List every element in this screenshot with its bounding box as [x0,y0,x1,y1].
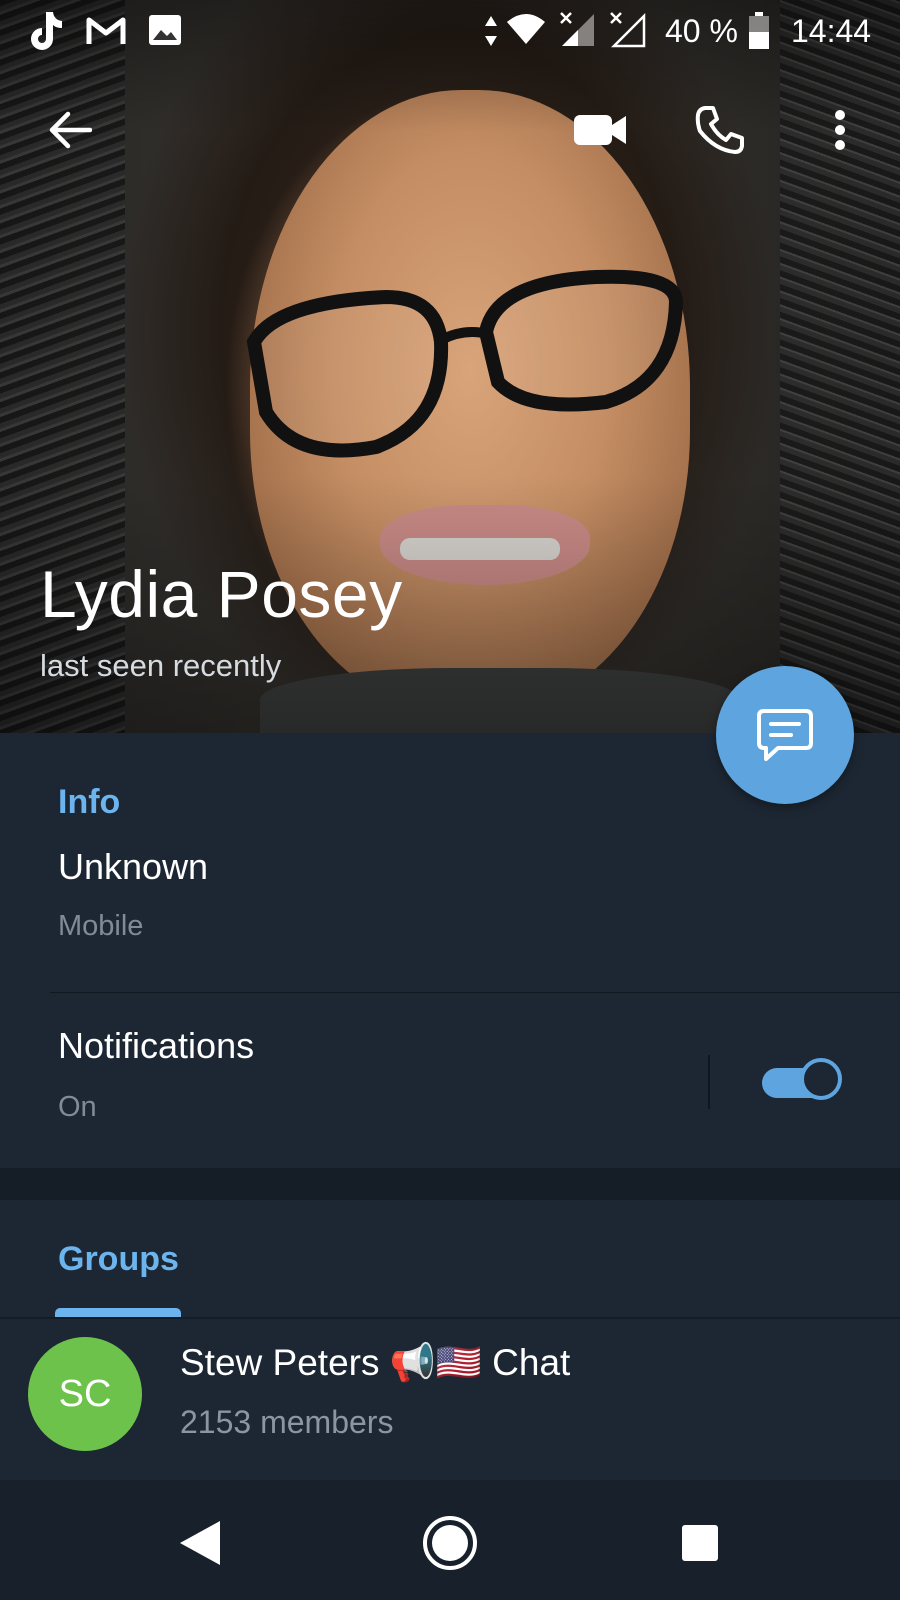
video-call-icon [574,115,626,145]
group-title: Stew Peters 📢🇺🇸 Chat [180,1342,571,1383]
nav-recents-icon [682,1525,718,1561]
nav-back-icon [180,1521,220,1565]
groups-tab-title[interactable]: Groups [58,1240,179,1279]
battery-percent: 40 % [665,13,738,49]
gmail-icon [86,17,126,44]
message-icon [757,709,813,761]
toggle-knob [800,1058,842,1100]
phone-value: Unknown [58,846,209,887]
info-divider [50,992,900,993]
notifications-row[interactable]: Notifications On [0,995,700,1155]
nav-home-button[interactable] [415,1508,485,1578]
phone-row[interactable]: Unknown Mobile [0,828,900,988]
phone-call-icon [695,106,744,154]
tiktok-icon [31,12,62,50]
profile-status: last seen recently [40,648,282,683]
system-navigation-bar [0,1480,900,1600]
status-bar: 40 % 14:44 [0,0,900,62]
group-list-item[interactable]: SC Stew Peters 📢🇺🇸 Chat 2153 members [0,1320,900,1480]
profile-name: Lydia Posey [40,557,403,631]
image-icon [149,15,181,45]
data-transfer-icon [485,16,497,46]
notifications-value: On [58,1091,97,1123]
group-member-count: 2153 members [180,1404,394,1440]
groups-tab-indicator [55,1308,181,1317]
groups-section: Groups [0,1200,900,1320]
battery-icon [749,12,769,49]
more-vert-icon [835,110,845,150]
back-arrow-icon [49,111,92,149]
notifications-toggle[interactable] [762,1058,846,1106]
back-button[interactable] [40,100,100,160]
signal-no-sim-icon [560,12,594,46]
phone-label: Mobile [58,910,144,942]
video-call-button[interactable] [570,100,630,160]
group-avatar-initials: SC [58,1372,112,1415]
voice-call-button[interactable] [690,100,750,160]
nav-back-button[interactable] [165,1508,235,1578]
notifications-label: Notifications [58,1025,255,1066]
group-avatar: SC [28,1337,142,1451]
wifi-icon [507,14,545,44]
tab-divider [0,1317,900,1319]
signal-no-service-icon [610,12,646,48]
section-gap [0,1168,900,1200]
toggle-separator [708,1055,710,1109]
nav-home-icon [423,1516,477,1570]
nav-recents-button[interactable] [665,1508,735,1578]
more-options-button[interactable] [810,100,870,160]
send-message-button[interactable] [716,666,854,804]
clock: 14:44 [791,13,872,49]
info-section-title: Info [58,783,121,821]
